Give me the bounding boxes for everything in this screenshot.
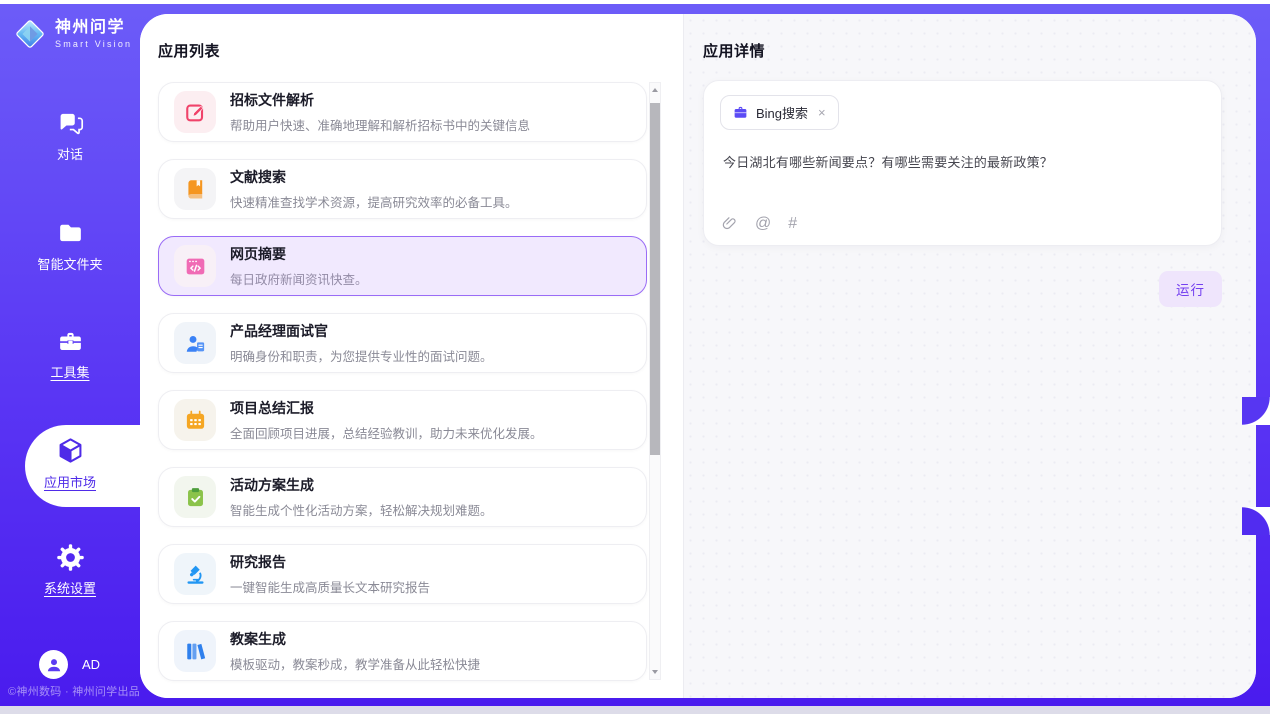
interviewer-icon xyxy=(174,322,216,364)
app-card-desc: 智能生成个性化活动方案，轻松解决规划难题。 xyxy=(230,500,493,519)
app-card-title: 研究报告 xyxy=(230,552,430,572)
user-account[interactable]: AD xyxy=(39,650,100,679)
edit-square-icon xyxy=(174,91,216,133)
app-card-desc: 快速精准查找学术资源，提高研究效率的必备工具。 xyxy=(230,192,518,211)
book-icon xyxy=(174,168,216,210)
app-card-list: 招标文件解析 帮助用户快速、准确地理解和解析招标书中的关键信息 文献搜索 xyxy=(158,82,647,698)
app-card-literature-search[interactable]: 文献搜索 快速精准查找学术资源，提高研究效率的必备工具。 xyxy=(158,159,647,219)
sidebar-item-app-market[interactable]: 应用市场 xyxy=(0,436,140,491)
hash-icon[interactable]: # xyxy=(788,216,797,232)
app-card-desc: 每日政府新闻资讯快查。 xyxy=(230,269,368,288)
app-frame: 神州问学 Smart Vision 对话 智能文件夹 xyxy=(0,4,1270,706)
sidebar-item-label: 工具集 xyxy=(50,362,89,381)
sidebar-item-toolset[interactable]: 工具集 xyxy=(0,328,140,381)
brand-subtitle: Smart Vision xyxy=(55,39,132,49)
sidebar-item-label: 应用市场 xyxy=(44,472,96,491)
scrollbar-thumb[interactable] xyxy=(650,103,660,455)
sidebar-item-label: 智能文件夹 xyxy=(37,254,102,273)
brand-name: 神州问学 xyxy=(55,19,132,37)
sidebar-item-label: 对话 xyxy=(57,144,83,163)
sidebar-item-label: 系统设置 xyxy=(44,578,96,597)
app-list-title: 应用列表 xyxy=(158,40,220,61)
browser-code-icon xyxy=(174,245,216,287)
sidebar-item-settings[interactable]: 系统设置 xyxy=(0,544,140,597)
app-card-title: 网页摘要 xyxy=(230,244,368,264)
app-detail-panel: 应用详情 Bing搜索 × 今日湖北有哪些新闻要点？有哪些需要关注的最新政策？ xyxy=(683,14,1256,698)
sidebar-item-smart-folder[interactable]: 智能文件夹 xyxy=(0,220,140,273)
app-card-title: 教案生成 xyxy=(230,629,480,649)
folder-icon xyxy=(57,220,84,247)
user-initials: AD xyxy=(82,657,100,672)
diamond-logo-icon xyxy=(12,16,48,52)
app-card-project-summary[interactable]: 项目总结汇报 全面回顾项目进展，总结经验教训，助力未来优化发展。 xyxy=(158,390,647,450)
app-card-desc: 一键智能生成高质量长文本研究报告 xyxy=(230,577,430,596)
toolbox-icon xyxy=(57,328,84,355)
run-button[interactable]: 运行 xyxy=(1159,271,1222,307)
avatar xyxy=(39,650,68,679)
app-card-title: 招标文件解析 xyxy=(230,90,530,110)
tool-tag-label: Bing搜索 xyxy=(756,103,808,122)
app-card-pm-interviewer[interactable]: 产品经理面试官 明确身份和职责，为您提供专业性的面试问题。 xyxy=(158,313,647,373)
bottom-strip xyxy=(0,706,1270,714)
app-card-desc: 全面回顾项目进展，总结经验教训，助力未来优化发展。 xyxy=(230,423,543,442)
chat-icon xyxy=(57,110,84,137)
brand-logo: 神州问学 Smart Vision xyxy=(12,16,132,52)
app-card-research-report[interactable]: 研究报告 一键智能生成高质量长文本研究报告 xyxy=(158,544,647,604)
sidebar-item-chat[interactable]: 对话 xyxy=(0,110,140,163)
app-card-event-plan[interactable]: 活动方案生成 智能生成个性化活动方案，轻松解决规划难题。 xyxy=(158,467,647,527)
tool-tag-bing-search[interactable]: Bing搜索 × xyxy=(720,95,839,130)
gear-icon xyxy=(57,544,84,571)
app-card-title: 活动方案生成 xyxy=(230,475,493,495)
tab-curve-top xyxy=(1242,397,1270,425)
calendar-icon xyxy=(174,399,216,441)
copyright-text: ©神州数码 · 神州问学出品 xyxy=(8,683,140,699)
app-card-title: 文献搜索 xyxy=(230,167,518,187)
briefcase-icon xyxy=(733,105,748,120)
prompt-toolbar: @ # xyxy=(721,215,797,232)
books-icon xyxy=(174,630,216,672)
cube-icon xyxy=(56,436,85,465)
mention-icon[interactable]: @ xyxy=(755,216,771,232)
prompt-card: Bing搜索 × 今日湖北有哪些新闻要点？有哪些需要关注的最新政策？ @ # xyxy=(703,80,1222,246)
tab-curve-bottom xyxy=(1242,507,1270,535)
app-card-desc: 模板驱动，教案秒成，教学准备从此轻松快捷 xyxy=(230,654,480,673)
scroll-down-icon[interactable] xyxy=(650,666,660,678)
sidebar: 神州问学 Smart Vision 对话 智能文件夹 xyxy=(0,4,140,706)
main-content: 应用列表 招标文件解析 帮助用户快速、准确地理解和解析招标书中的关键信息 xyxy=(140,14,1256,698)
app-card-bid-parse[interactable]: 招标文件解析 帮助用户快速、准确地理解和解析招标书中的关键信息 xyxy=(158,82,647,142)
app-card-title: 项目总结汇报 xyxy=(230,398,543,418)
list-scrollbar[interactable] xyxy=(649,82,661,680)
clipboard-check-icon xyxy=(174,476,216,518)
user-avatar-icon xyxy=(45,656,63,674)
app-list-panel: 应用列表 招标文件解析 帮助用户快速、准确地理解和解析招标书中的关键信息 xyxy=(140,14,683,698)
microscope-icon xyxy=(174,553,216,595)
app-card-title: 产品经理面试官 xyxy=(230,321,493,341)
scroll-up-icon[interactable] xyxy=(650,84,660,96)
app-card-web-summary[interactable]: 网页摘要 每日政府新闻资讯快查。 xyxy=(158,236,647,296)
app-card-desc: 帮助用户快速、准确地理解和解析招标书中的关键信息 xyxy=(230,115,530,134)
query-text[interactable]: 今日湖北有哪些新闻要点？有哪些需要关注的最新政策？ xyxy=(723,152,1203,171)
app-detail-title: 应用详情 xyxy=(703,40,765,61)
close-icon[interactable]: × xyxy=(818,106,826,119)
app-card-lesson-plan[interactable]: 教案生成 模板驱动，教案秒成，教学准备从此轻松快捷 xyxy=(158,621,647,681)
app-card-desc: 明确身份和职责，为您提供专业性的面试问题。 xyxy=(230,346,493,365)
paperclip-icon[interactable] xyxy=(721,215,738,232)
